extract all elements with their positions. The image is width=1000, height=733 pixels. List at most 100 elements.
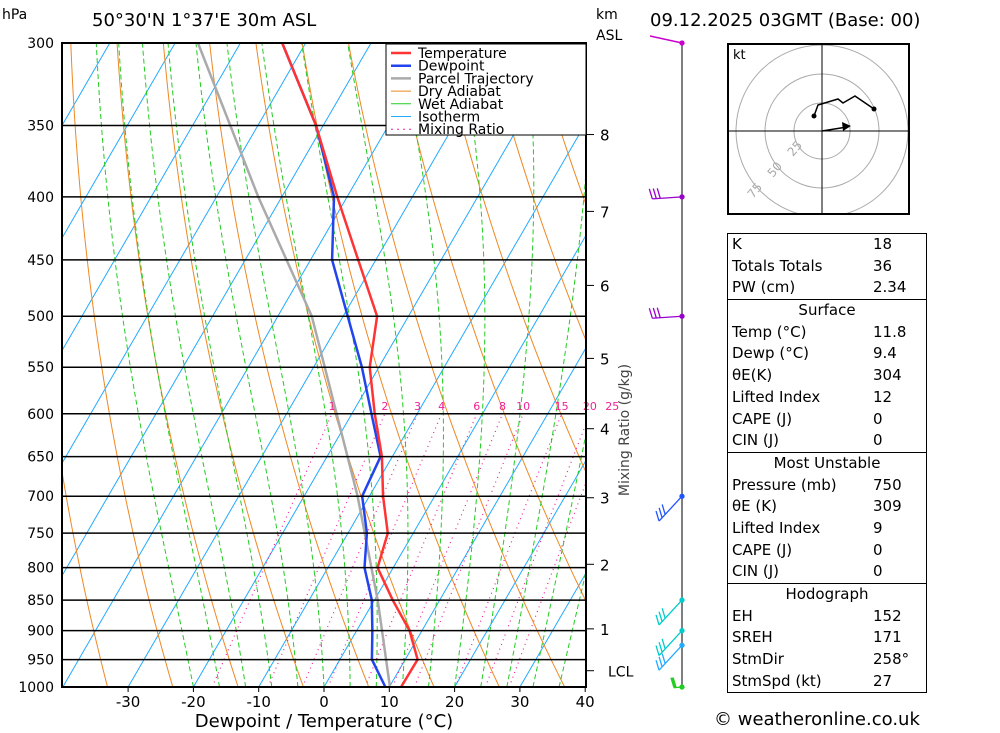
hodograph: kt 25 50 75 (727, 43, 910, 215)
mixing-ratio-label: 15 (555, 400, 569, 413)
wind-barb-staff (652, 315, 683, 319)
x-tick-label: 10 (380, 693, 399, 711)
km-tick-label: 3 (600, 490, 610, 508)
dry-adiabat (301, 43, 500, 687)
index-label: Lifted Index (732, 387, 821, 406)
index-row: CAPE (J) 0 (728, 540, 926, 562)
copyright: © weatheronline.co.uk (714, 709, 920, 730)
pressure-tick-label: 850 (27, 593, 54, 609)
legend: TemperatureDewpointParcel TrajectoryDry … (385, 43, 587, 138)
wind-barb-feather (648, 308, 653, 319)
wind-barb (655, 627, 685, 656)
lcl-label: LCL (608, 665, 634, 681)
index-row: StmSpd (kt) 27 (728, 671, 926, 693)
mixing-ratio-axis-label: Mixing Ratio (g/kg) (617, 364, 633, 496)
index-row: θE (K) 309 (728, 496, 926, 518)
hodograph-unit: kt (733, 48, 746, 63)
isotherm (62, 43, 111, 127)
index-row: Lifted Index 9 (728, 518, 926, 540)
mixing-ratio-label: 2 (381, 400, 388, 413)
index-label: StmSpd (kt) (732, 671, 822, 690)
indices-table: K 18 Totals Totals 36 PW (cm) 2.34 Surface Temp… (727, 233, 927, 694)
pressure-tick-label: 950 (27, 653, 54, 669)
wind-barb-feather (658, 507, 663, 518)
index-value: 12 (873, 387, 893, 406)
index-row: CAPE (J) 0 (728, 409, 926, 431)
index-value: 11.8 (873, 322, 907, 341)
x-axis-label: Dewpoint / Temperature (°C) (195, 711, 453, 732)
index-label: Lifted Index (732, 518, 821, 537)
mixing-ratio-line (392, 413, 504, 687)
index-row: Pressure (mb) 750 (728, 475, 926, 497)
wind-barb-feather (658, 656, 663, 668)
wet-adiabat (454, 43, 486, 687)
mixing-ratio-label: 10 (516, 400, 530, 413)
index-label: CAPE (J) (732, 540, 793, 559)
wind-barb-feather (661, 653, 666, 664)
ring-label: 25 (785, 138, 806, 159)
pressure-tick-label: 700 (27, 489, 54, 505)
index-label: CIN (J) (732, 562, 780, 581)
mixing-ratio-label: 3 (414, 400, 421, 413)
pressure-tick-label: 800 (27, 561, 54, 577)
wind-barb-dot (679, 40, 685, 46)
x-tick-label: -10 (246, 693, 271, 711)
km-tick-label: 8 (600, 127, 610, 145)
index-label: K (732, 235, 742, 253)
index-label: CIN (J) (732, 431, 780, 450)
index-label: Dewp (°C) (732, 344, 810, 363)
wet-adiabat (261, 43, 351, 687)
index-label: Totals Totals (732, 256, 823, 275)
mixing-ratio-label: 8 (499, 400, 506, 413)
pressure-tick-label: 500 (27, 309, 54, 325)
section-header: Hodograph (728, 583, 926, 606)
index-label: SREH (732, 628, 773, 647)
wind-barb-feather (652, 307, 657, 319)
x-tick-label: -30 (116, 693, 141, 711)
wet-adiabat (532, 431, 586, 687)
wind-barb-feather (661, 504, 666, 515)
km-tick-label: 1 (600, 621, 610, 639)
pressure-tick-label: 300 (27, 36, 54, 52)
mixing-ratio-label: 4 (438, 400, 445, 413)
hpa-label: hPa (2, 7, 27, 23)
wind-barb-staff (652, 196, 683, 200)
dry-adiabat (70, 43, 174, 687)
pressure-tick-label: 750 (27, 526, 54, 542)
wet-adiabat (95, 43, 194, 687)
index-label: Pressure (mb) (732, 475, 837, 494)
index-label: CAPE (J) (732, 409, 793, 428)
index-label: PW (cm) (732, 278, 796, 297)
wind-barb-top (649, 35, 683, 44)
wind-barb-feather (661, 638, 666, 650)
km-tick-label: 5 (600, 350, 610, 368)
index-row: K 18 (728, 234, 926, 256)
pressure-tick-label: 550 (27, 360, 54, 376)
hodograph-plot: kt 25 50 75 (729, 45, 908, 213)
index-value: 152 (873, 606, 902, 625)
km-tick-label: 7 (600, 203, 610, 221)
pressure-tick-label: 350 (27, 118, 54, 134)
dry-adiabat (950, 43, 1000, 687)
wind-barb (648, 188, 685, 200)
index-row: Temp (°C) 11.8 (728, 322, 926, 344)
index-value: 0 (873, 409, 883, 428)
index-label: Temp (°C) (732, 322, 807, 341)
wind-barb-feather (661, 608, 666, 619)
pressure-tick-label: 900 (27, 624, 54, 640)
wind-barb-feather (658, 642, 663, 653)
dry-adiabat (996, 43, 1000, 687)
index-row: Dewp (°C) 9.4 (728, 343, 926, 365)
mixing-ratio-label: 1 (328, 400, 335, 413)
index-value: 750 (873, 475, 902, 494)
wind-barb (655, 493, 685, 522)
wind-barb-feather (655, 645, 660, 656)
index-row: CIN (J) 0 (728, 561, 926, 583)
wet-adiabat (118, 43, 221, 687)
wind-barb-feather (656, 188, 661, 199)
index-value: 0 (873, 540, 883, 559)
index-value: 18 (873, 235, 893, 253)
pressure-tick-label: 400 (27, 190, 54, 206)
wind-barb-feather (648, 188, 653, 200)
index-value: 258° (873, 650, 910, 669)
